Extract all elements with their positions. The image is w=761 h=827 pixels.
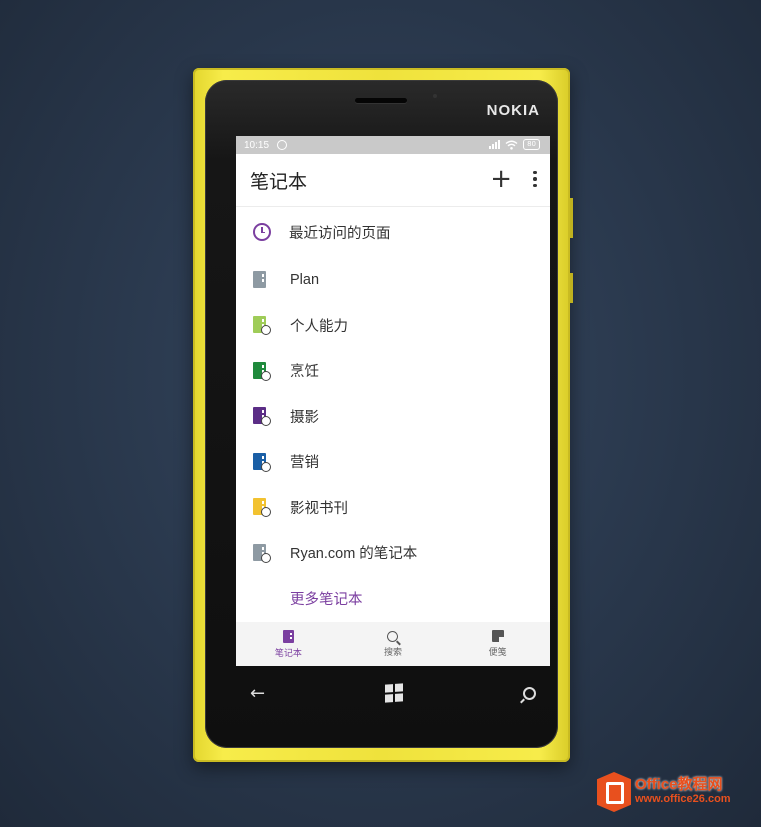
more-notebooks-label[interactable]: 更多笔记本 bbox=[290, 588, 363, 609]
alarm-icon bbox=[277, 140, 288, 150]
recent-pages-label: 最近访问的页面 bbox=[289, 225, 391, 242]
tab-notebooks[interactable]: 笔记本 bbox=[248, 629, 328, 659]
sync-icon bbox=[261, 552, 271, 563]
brand-logo: NOKIA bbox=[486, 102, 540, 119]
sync-icon bbox=[261, 325, 271, 336]
more-options-icon[interactable] bbox=[532, 170, 538, 188]
notebook-label: 摄影 bbox=[290, 409, 319, 426]
battery-icon: 80 bbox=[523, 139, 540, 150]
notebook-icon bbox=[252, 315, 272, 336]
notebook-icon bbox=[252, 361, 272, 381]
tab-search-label: 搜索 bbox=[383, 647, 402, 658]
status-time: 10:15 bbox=[244, 139, 270, 151]
status-icons: 80 bbox=[489, 139, 540, 150]
sticky-note-icon bbox=[491, 630, 504, 642]
back-arrow-icon[interactable]: ← bbox=[250, 683, 265, 704]
wifi-icon bbox=[505, 140, 518, 150]
sync-icon bbox=[261, 370, 271, 381]
watermark-line1: Office教程网 bbox=[635, 776, 723, 793]
search-icon bbox=[387, 630, 399, 642]
notebook-item[interactable]: 营销 bbox=[236, 439, 550, 485]
notebook-list: 最近访问的页面 Plan 个人能力 烹饪 摄影 营销 影视书刊 Ryan.com 的笔记本 … bbox=[236, 207, 550, 621]
tab-search[interactable]: 搜索 bbox=[353, 630, 433, 658]
bottom-nav: 笔记本 搜索 便笺 bbox=[236, 622, 550, 666]
notebook-label: Ryan.com 的笔记本 bbox=[290, 546, 418, 563]
notebook-icon bbox=[282, 629, 294, 643]
watermark-text: Office教程网 www.office26.com bbox=[635, 777, 731, 807]
watermark-line2: www.office26.com bbox=[635, 793, 731, 805]
notebook-label: Plan bbox=[290, 271, 320, 288]
notebook-label: 影视书刊 bbox=[290, 500, 348, 517]
app-bar: 笔记本 + bbox=[236, 154, 550, 207]
office-logo-icon bbox=[597, 772, 631, 812]
earpiece bbox=[355, 98, 407, 103]
notebook-icon bbox=[252, 452, 272, 472]
phone-shell: NOKIA 10:15 80 笔记本 + 最近访问的页面 Plan 个人能力 烹… bbox=[193, 68, 573, 762]
notebook-item[interactable]: 摄影 bbox=[236, 394, 550, 440]
notebook-item[interactable]: Ryan.com 的笔记本 bbox=[236, 530, 550, 576]
clock-icon bbox=[253, 223, 271, 241]
notebook-icon bbox=[252, 543, 272, 563]
hardware-search-icon[interactable] bbox=[523, 686, 536, 700]
phone-face: NOKIA 10:15 80 笔记本 + 最近访问的页面 Plan 个人能力 烹… bbox=[205, 80, 558, 748]
notebook-label: 个人能力 bbox=[290, 318, 348, 335]
more-notebooks-link[interactable]: 更多笔记本 bbox=[236, 576, 550, 622]
windows-start-icon[interactable] bbox=[385, 683, 404, 703]
hardware-nav: ← bbox=[236, 678, 550, 708]
volume-button bbox=[570, 198, 573, 238]
notebook-label: 烹饪 bbox=[290, 364, 319, 381]
notebook-icon bbox=[252, 270, 272, 290]
sync-icon bbox=[261, 507, 271, 518]
notebook-icon bbox=[252, 406, 272, 427]
status-bar: 10:15 80 bbox=[236, 136, 550, 154]
add-notebook-icon[interactable]: + bbox=[490, 166, 512, 192]
notebook-icon bbox=[252, 497, 272, 518]
front-sensor bbox=[433, 94, 437, 98]
sync-icon bbox=[261, 416, 271, 427]
tab-sticky-notes[interactable]: 便笺 bbox=[458, 630, 538, 658]
notebook-item[interactable]: 烹饪 bbox=[236, 348, 550, 394]
screen: 10:15 80 笔记本 + 最近访问的页面 Plan 个人能力 烹饪 摄影 营… bbox=[236, 136, 550, 666]
power-button bbox=[570, 273, 573, 303]
notebook-label: 营销 bbox=[290, 455, 319, 472]
watermark: Office教程网 www.office26.com bbox=[597, 772, 731, 812]
notebook-item[interactable]: Plan bbox=[236, 257, 550, 303]
tab-sticky-notes-label: 便笺 bbox=[488, 648, 507, 658]
tab-notebooks-label: 笔记本 bbox=[274, 648, 302, 659]
page-title: 笔记本 bbox=[250, 170, 308, 193]
notebook-item[interactable]: 影视书刊 bbox=[236, 485, 550, 531]
signal-icon bbox=[489, 140, 501, 149]
recent-pages-item[interactable]: 最近访问的页面 bbox=[236, 207, 550, 257]
notebook-item[interactable]: 个人能力 bbox=[236, 303, 550, 349]
sync-icon bbox=[261, 461, 271, 472]
